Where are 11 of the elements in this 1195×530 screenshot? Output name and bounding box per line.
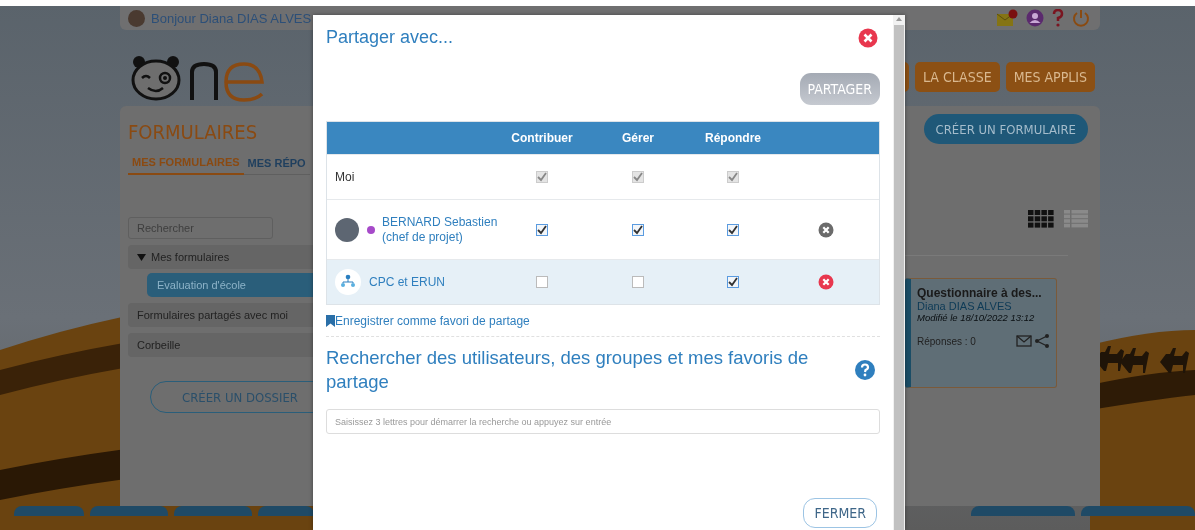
card-title: Questionnaire à des... [917, 286, 1043, 300]
column-header: Répondre [704, 131, 762, 145]
column-header: Gérer [621, 131, 655, 145]
greeting-text: Bonjour Diana DIAS ALVES [151, 10, 312, 26]
card-author: Diana DIAS ALVES [917, 300, 1013, 312]
user-name: Moi [335, 170, 355, 184]
card-modified-date: Modifié le 18/10/2022 13:12 [917, 312, 1036, 323]
dialog-title: Partager avec... [326, 27, 454, 48]
app-title: FORMULAIRES [128, 120, 259, 144]
card-responses: Réponses : 0 [917, 335, 976, 347]
column-header: Contribuer [510, 131, 574, 145]
